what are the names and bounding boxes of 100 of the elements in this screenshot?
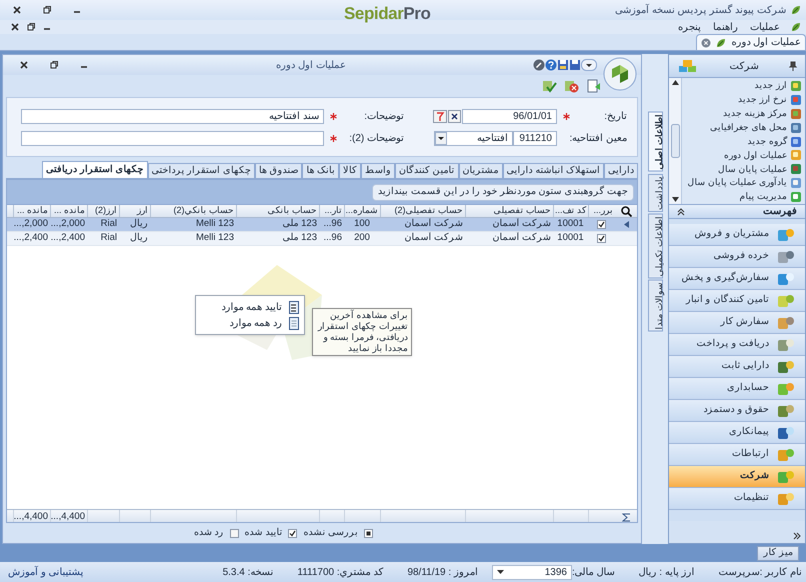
status-text: کد مشتري: 1111700 bbox=[297, 566, 384, 580]
field-label: تاریخ: bbox=[604, 110, 627, 124]
list-item[interactable]: محل های جغرافیایی bbox=[682, 120, 802, 135]
list-item[interactable]: ارز جدید bbox=[682, 79, 802, 93]
module-button[interactable]: خرده فروشی bbox=[669, 246, 805, 268]
tab[interactable]: مشتریان bbox=[458, 163, 503, 178]
document-icon bbox=[288, 316, 300, 330]
restore-icon[interactable] bbox=[26, 22, 36, 32]
module-button[interactable]: مشتریان و فروش bbox=[669, 224, 805, 246]
list-item[interactable]: مرکز هزینه جدید bbox=[682, 106, 802, 121]
scroll-bar[interactable] bbox=[669, 78, 682, 204]
collapse-icon[interactable] bbox=[677, 208, 685, 216]
column-header[interactable]: شماره... bbox=[344, 205, 380, 217]
tab[interactable]: واسط bbox=[361, 163, 396, 178]
close-icon[interactable] bbox=[10, 22, 20, 32]
list-item[interactable]: یادآوری عملیات پایان سال bbox=[682, 176, 802, 190]
close-icon[interactable] bbox=[19, 60, 29, 70]
reject-icon[interactable] bbox=[563, 78, 579, 94]
list-item[interactable]: گروه جدید bbox=[682, 134, 802, 148]
module-button[interactable]: سفارش‌گیری و پخش bbox=[669, 268, 805, 290]
checkbox[interactable] bbox=[597, 234, 606, 243]
side-tab[interactable]: یادداشت bbox=[648, 174, 662, 212]
clear-icon[interactable] bbox=[448, 110, 461, 122]
dropdown-icon[interactable] bbox=[581, 59, 597, 71]
text-field[interactable]: سند افتتاحیه bbox=[21, 108, 324, 124]
column-header[interactable]: ارز(2) bbox=[87, 205, 119, 217]
module-button[interactable]: سفارش کار bbox=[669, 312, 805, 334]
module-button[interactable]: تنظیمات bbox=[669, 488, 805, 510]
checkbox[interactable] bbox=[597, 220, 606, 229]
column-header[interactable]: حساب تفصیلی bbox=[465, 205, 553, 217]
checkbox[interactable] bbox=[288, 528, 298, 538]
pin-icon[interactable] bbox=[789, 61, 797, 71]
field-label: توضیحات (2): bbox=[349, 132, 404, 146]
restore-icon[interactable] bbox=[42, 5, 52, 15]
status-text: نام کاربر :سرپرست bbox=[718, 566, 802, 580]
module-button[interactable]: تامین کنندگان و انبار bbox=[669, 290, 805, 312]
menu-item[interactable]: تایید همه موارد bbox=[196, 299, 304, 315]
wrench-icon[interactable] bbox=[533, 59, 545, 71]
tab[interactable]: استهلاک انباشته دارایی bbox=[502, 163, 604, 178]
year-dropdown[interactable]: 1396 bbox=[492, 564, 572, 580]
code-field[interactable]: 911210 bbox=[513, 130, 557, 146]
checkbox[interactable] bbox=[230, 528, 239, 538]
scroll-down-icon[interactable] bbox=[672, 197, 678, 202]
approve-icon[interactable] bbox=[541, 78, 557, 94]
module-button[interactable]: دریافت و پرداخت bbox=[669, 334, 805, 356]
document-icon[interactable] bbox=[585, 78, 601, 94]
tab[interactable]: کالا bbox=[339, 163, 362, 178]
close-icon[interactable] bbox=[12, 5, 22, 15]
module-icon bbox=[777, 402, 795, 418]
menu-item[interactable]: پنجره bbox=[676, 20, 703, 34]
tab[interactable]: چکهای استقرار پرداختی bbox=[148, 163, 255, 178]
menu-item[interactable]: راهنما bbox=[711, 20, 740, 34]
module-button[interactable]: پیمانکاری bbox=[669, 422, 805, 444]
help-icon[interactable] bbox=[545, 59, 557, 71]
tab[interactable]: دارایی bbox=[604, 163, 638, 178]
module-button[interactable]: شرکت bbox=[669, 466, 805, 488]
module-icon bbox=[777, 446, 795, 462]
column-header[interactable]: حساب بانکي(2) bbox=[150, 205, 236, 217]
column-header[interactable]: مانده ... bbox=[13, 205, 50, 217]
save-icon[interactable] bbox=[569, 59, 581, 71]
column-header[interactable]: برر... bbox=[588, 205, 615, 217]
restore-icon[interactable] bbox=[49, 60, 59, 70]
module-icon bbox=[777, 424, 795, 440]
side-tab[interactable]: اطلاعات تکمیلی bbox=[648, 214, 662, 278]
calendar-icon[interactable] bbox=[433, 110, 447, 122]
taskbar-button[interactable]: میز کار bbox=[757, 546, 799, 560]
document-tab[interactable]: عملیات اول دوره bbox=[696, 34, 806, 50]
list-item[interactable]: نرخ ارز جدید bbox=[682, 92, 802, 107]
column-header[interactable]: کد تف... bbox=[553, 205, 588, 217]
list-item[interactable]: عملیات پایان سال bbox=[682, 162, 802, 176]
list-item[interactable]: عملیات اول دوره bbox=[682, 148, 802, 162]
scroll-thumb-icon[interactable] bbox=[670, 124, 680, 158]
side-tab[interactable]: اطلاعات اصلی bbox=[648, 112, 662, 172]
save-icon[interactable] bbox=[557, 59, 569, 71]
module-button[interactable]: دارایی ثابت bbox=[669, 356, 805, 378]
tab[interactable]: چکهای استقرار دریافتی bbox=[42, 161, 148, 178]
side-tab[interactable]: سوالات متدا bbox=[648, 280, 662, 332]
checkbox[interactable] bbox=[364, 528, 373, 538]
close-circle-icon[interactable] bbox=[701, 38, 712, 48]
module-button[interactable]: حقوق و دستمزد bbox=[669, 400, 805, 422]
column-header[interactable]: ارز bbox=[119, 205, 150, 217]
module-button[interactable]: ارتباطات bbox=[669, 444, 805, 466]
menu-item[interactable]: عملیات bbox=[748, 20, 782, 34]
tab[interactable]: بانک ها bbox=[302, 163, 340, 178]
column-header[interactable]: مانده ... bbox=[50, 205, 87, 217]
column-header[interactable]: حساب تفصیلی(2) bbox=[380, 205, 465, 217]
combo-box[interactable]: افتتاحیه bbox=[434, 130, 513, 146]
tab[interactable]: صندوق ها bbox=[254, 163, 302, 178]
module-button[interactable]: حسابداری bbox=[669, 378, 805, 400]
column-header[interactable]: تار... bbox=[319, 205, 344, 217]
menu-item[interactable]: رد همه موارد bbox=[196, 315, 304, 331]
search-icon[interactable] bbox=[620, 206, 632, 216]
support-link[interactable]: پشتیبانی و آموزش bbox=[4, 564, 84, 580]
list-item[interactable]: مدیریت پیام bbox=[682, 190, 802, 204]
text-field[interactable] bbox=[21, 130, 324, 146]
expand-more-icon[interactable] bbox=[793, 532, 801, 540]
scroll-up-icon[interactable] bbox=[672, 80, 678, 85]
column-header[interactable]: حساب بانکی bbox=[236, 205, 319, 217]
tab[interactable]: تامین کنندگان bbox=[395, 163, 459, 178]
date-field[interactable]: 96/01/01 bbox=[462, 108, 557, 124]
